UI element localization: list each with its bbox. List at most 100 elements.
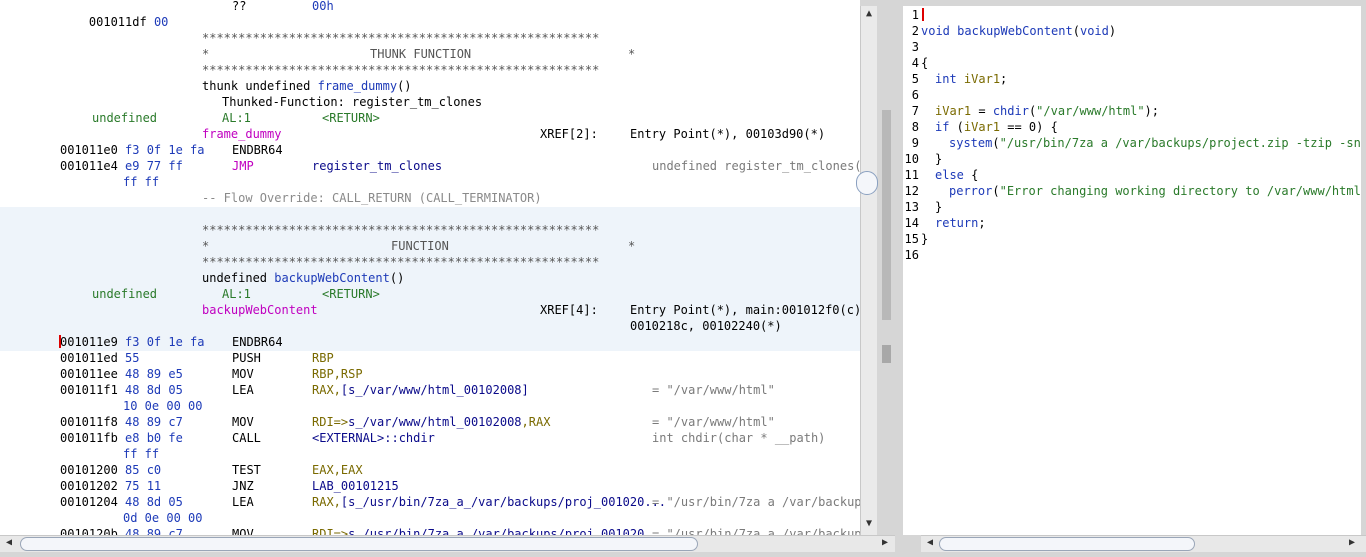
overview-bar[interactable] (882, 110, 891, 320)
decompiler-hscroll-thumb[interactable] (939, 537, 1195, 551)
overview-marker[interactable] (882, 345, 891, 363)
decompiler-horizontal-scrollbar[interactable]: ◀ ▶ (921, 535, 1366, 552)
header-stars: ****************************************… (202, 63, 600, 77)
scroll-right-icon[interactable]: ▶ (1345, 537, 1359, 548)
header-stars: ****************************************… (202, 223, 600, 237)
decomp-line-14[interactable]: return; (935, 215, 986, 231)
flow-override: -- Flow Override: CALL_RETURN (CALL_TERM… (202, 191, 542, 205)
decomp-line-13[interactable]: } (935, 199, 942, 215)
listing-pane[interactable]: 001011df 00 ?? 00h *********************… (0, 0, 860, 535)
line-number: 14 (904, 216, 919, 230)
decomp-line-9[interactable]: system("/usr/bin/7za a /var/backups/proj… (949, 135, 1361, 151)
listing-horizontal-scrollbar[interactable]: ◀ ▶ (0, 535, 895, 552)
xref-label: XREF[2]: (540, 127, 598, 141)
listing-mnemonic: JMP (232, 159, 254, 173)
listing-mnemonic: ENDBR64 (232, 143, 283, 157)
line-number: 13 (904, 200, 919, 214)
scroll-left-icon[interactable]: ◀ (923, 537, 937, 548)
scroll-up-icon[interactable]: ▲ (862, 8, 876, 19)
listing-mnemonic: JNZ (232, 479, 254, 493)
decomp-line-7[interactable]: iVar1 = chdir("/var/www/html"); (935, 103, 1159, 119)
listing-cursor (59, 335, 61, 348)
scroll-left-icon[interactable]: ◀ (2, 537, 16, 548)
listing-operand[interactable]: LAB_00101215 (312, 478, 399, 494)
listing-mnemonic: MOV (232, 415, 254, 429)
listing-row[interactable]: 00101202 75 11 (60, 478, 161, 494)
return-type: undefined (92, 111, 158, 125)
listing-comment: = "/usr/bin/7za a /var/backups (652, 527, 860, 535)
listing-operand[interactable]: RDI=>s_/usr/bin/7za_a_/var/backups/proj_… (312, 526, 666, 535)
xref-label: XREF[4]: (540, 303, 598, 317)
function-label[interactable]: backupWebContent (202, 302, 318, 318)
decomp-line-10[interactable]: } (935, 151, 942, 167)
return-name: <RETURN> (322, 287, 380, 301)
listing-row[interactable]: 001011ee 48 89 e5 (60, 366, 183, 382)
listing-vertical-scrollbar[interactable]: ▲ ▼ (860, 6, 877, 535)
decomp-line-11[interactable]: else { (935, 167, 978, 183)
line-number: 5 (911, 72, 919, 86)
decomp-line-15[interactable]: } (921, 231, 928, 247)
listing-operand[interactable]: register_tm_clones (312, 158, 442, 174)
listing-operand[interactable]: RDI=>s_/var/www/html_00102008,RAX (312, 414, 550, 430)
decomp-line-8[interactable]: if (iVar1 == 0) { (935, 119, 1058, 135)
listing-row[interactable]: 001011e0 f3 0f 1e fa (60, 142, 205, 158)
listing-row[interactable]: 001011e9 f3 0f 1e fa (60, 334, 205, 350)
function-signature: undefined backupWebContent() (202, 271, 405, 285)
listing-row[interactable]: 001011f8 48 89 c7 (60, 414, 183, 430)
line-number: 9 (911, 136, 919, 150)
listing-mnemonic: LEA (232, 495, 254, 509)
decompiler-line-gutter: 1 2 3 4 5 6 7 8 9 10 11 12 13 14 15 16 (903, 6, 922, 535)
listing-row[interactable]: 001011ed 55 (60, 350, 139, 366)
listing-row[interactable]: 00101204 48 8d 05 (60, 494, 183, 510)
header-title-line: * THUNK FUNCTION * (202, 47, 636, 61)
line-number: 12 (904, 184, 919, 198)
listing-operand[interactable]: RAX,[s_/var/www/html_00102008] (312, 382, 529, 398)
line-number: 10 (904, 152, 919, 166)
listing-row[interactable]: 00101200 85 c0 (60, 462, 161, 478)
line-number: 11 (904, 168, 919, 182)
xref-value[interactable]: Entry Point(*), 00103d90(*) (630, 126, 825, 142)
line-number: 3 (911, 40, 919, 54)
listing-scroll-thumb[interactable] (856, 171, 878, 195)
decomp-line-4[interactable]: { (921, 55, 928, 71)
decompiler-pane[interactable]: void backupWebContent(void) { int iVar1;… (921, 6, 1361, 535)
listing-row[interactable]: 0010120b 48 89 c7 (60, 526, 183, 535)
listing-row[interactable]: 001011fb e8 b0 fe (60, 430, 183, 446)
line-number: 8 (911, 120, 919, 134)
scroll-right-icon[interactable]: ▶ (878, 537, 892, 548)
function-label[interactable]: frame_dummy (202, 126, 281, 142)
listing-mnemonic: ENDBR64 (232, 335, 283, 349)
listing-bytes-cont: ff ff (123, 175, 160, 189)
listing-bytes-cont: 0d 0e 00 00 (123, 511, 203, 525)
decomp-line-2[interactable]: void backupWebContent(void) (921, 23, 1116, 39)
listing-mnemonic: ?? (232, 0, 247, 13)
return-register: AL:1 (222, 287, 251, 301)
decomp-line-5[interactable]: int iVar1; (935, 71, 1007, 87)
listing-operand[interactable]: <EXTERNAL>::chdir (312, 430, 435, 446)
decompiler-cursor (922, 8, 924, 21)
decomp-line-12[interactable]: perror("Error changing working directory… (949, 183, 1361, 199)
line-number: 1 (911, 8, 919, 22)
listing-bytes-cont: 10 0e 00 00 (123, 399, 203, 413)
line-number: 6 (911, 88, 919, 102)
thunked-function: Thunked-Function: register_tm_clones (222, 95, 483, 109)
listing-row[interactable]: 001011f1 48 8d 05 (60, 382, 183, 398)
listing-operand[interactable]: RAX,[s_/usr/bin/7za_a_/var/backups/proj_… (312, 494, 666, 510)
listing-mnemonic: LEA (232, 383, 254, 397)
return-name: <RETURN> (322, 111, 380, 125)
listing-row[interactable]: 001011e4 e9 77 ff (60, 158, 183, 174)
scroll-down-icon[interactable]: ▼ (862, 518, 876, 529)
xref-value[interactable]: Entry Point(*), main:001012f0(c), (630, 302, 860, 318)
listing-register: EAX,EAX (312, 463, 363, 477)
line-number: 15 (904, 232, 919, 246)
listing-row[interactable]: 001011df 00 (60, 0, 168, 29)
listing-bytes-cont: ff ff (123, 447, 160, 461)
listing-mnemonic: PUSH (232, 351, 261, 365)
listing-hscroll-thumb[interactable] (20, 537, 698, 551)
function-signature: thunk undefined frame_dummy() (202, 79, 412, 93)
header-title-line: * FUNCTION * (202, 239, 636, 253)
listing-comment: = "/var/www/html" (652, 415, 775, 429)
xref-value-cont[interactable]: 0010218c, 00102240(*) (630, 318, 782, 334)
listing-comment: = "/var/www/html" (652, 383, 775, 397)
line-number: 7 (911, 104, 919, 118)
